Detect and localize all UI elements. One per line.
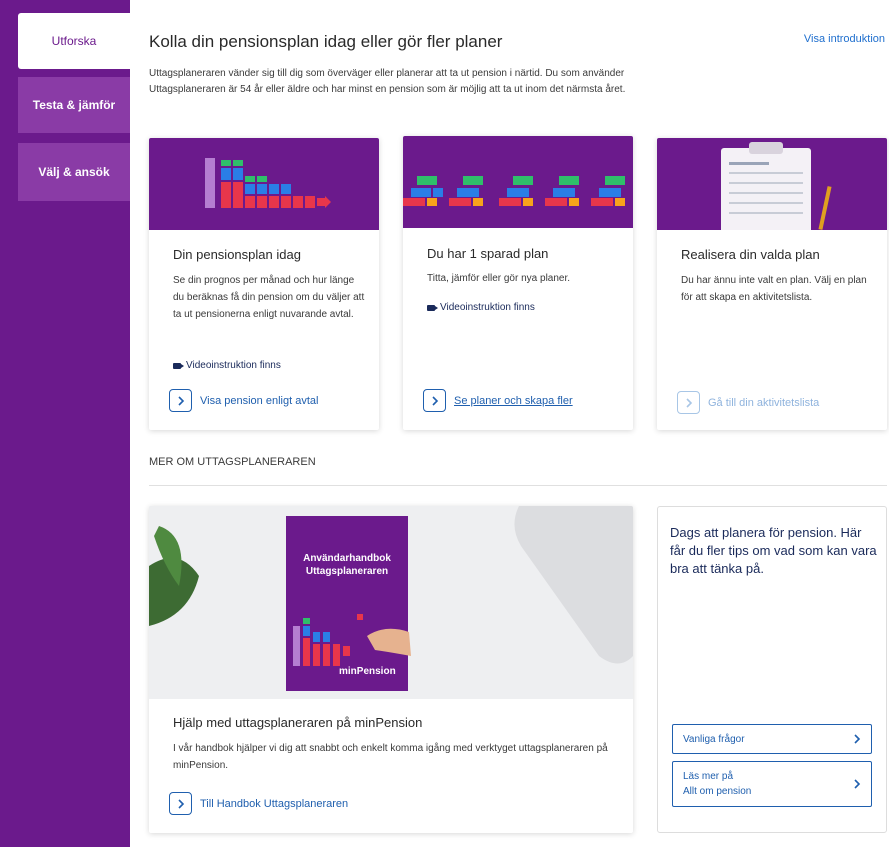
- tips-text: Dags att planera för pension. Här får du…: [670, 525, 877, 576]
- card-description: Se din prognos per månad och hur länge d…: [173, 275, 365, 320]
- video-camera-icon: [427, 304, 438, 311]
- saved-plan-card: Du har 1 sparad plan Titta, jämför eller…: [403, 136, 633, 430]
- tab-label: Utforska: [51, 34, 97, 48]
- handbook-card: Användarhandbok Uttagsplaneraren minPens…: [149, 506, 633, 833]
- sidebar: Utforska Testa & jämför Välj & ansök: [0, 0, 130, 847]
- card-description: Du har ännu inte valt en plan. Välj en p…: [681, 275, 867, 303]
- realize-plan-card: Realisera din valda plan Du har ännu int…: [657, 138, 887, 430]
- action-label: Visa pension enligt avtal: [200, 394, 319, 407]
- book-title-line-1: Användarhandbok: [303, 553, 391, 564]
- card-title: Realisera din valda plan: [681, 247, 820, 262]
- card-title: Hjälp med uttagsplaneraren på minPension: [173, 715, 423, 730]
- clipboard-illustration: [657, 138, 887, 230]
- tab-label: Välj & ansök: [38, 165, 110, 179]
- go-to-activity-list-button[interactable]: Gå till din aktivitetslista: [677, 391, 819, 414]
- tab-valj-ansok[interactable]: Välj & ansök: [18, 143, 130, 201]
- link-label-line-1: Läs mer på: [683, 771, 734, 782]
- divider: [149, 485, 887, 486]
- see-plans-button[interactable]: Se planer och skapa fler: [423, 389, 573, 412]
- chevron-right-icon: [854, 734, 861, 744]
- book-title-line-2: Uttagsplaneraren: [305, 566, 389, 577]
- tab-label: Testa & jämför: [32, 98, 116, 112]
- pension-plan-today-card: Din pensionsplan idag Se din prognos per…: [149, 138, 379, 430]
- video-instruction-note[interactable]: Videoinstruktion finns: [173, 360, 281, 371]
- tab-utforska[interactable]: Utforska: [18, 13, 130, 69]
- page-title: Kolla din pensionsplan idag eller gör fl…: [149, 32, 503, 51]
- card-title: Din pensionsplan idag: [173, 247, 301, 262]
- link-label-line-2: Allt om pension: [683, 786, 752, 797]
- allt-om-pension-link-button[interactable]: Läs mer på Allt om pension: [672, 761, 872, 807]
- video-camera-icon: [173, 362, 184, 369]
- card-description: I vår handbok hjälper vi dig att snabbt …: [173, 743, 608, 771]
- intro-text: Uttagsplaneraren vänder sig till dig som…: [149, 68, 626, 95]
- action-label: Gå till din aktivitetslista: [708, 396, 820, 409]
- chevron-right-icon: [169, 389, 192, 412]
- section-heading: MER OM UTTAGSPLANERAREN: [149, 456, 316, 468]
- video-note-label: Videoinstruktion finns: [440, 302, 535, 313]
- card-description: Titta, jämför eller gör nya planer.: [427, 273, 571, 284]
- tips-box: Dags att planera för pension. Här får du…: [657, 506, 887, 833]
- book-brand: minPension: [339, 666, 396, 677]
- chevron-right-icon: [677, 391, 700, 414]
- show-pension-by-agreement-button[interactable]: Visa pension enligt avtal: [169, 389, 318, 412]
- plan-blocks-illustration: [403, 136, 633, 228]
- card-title: Du har 1 sparad plan: [427, 246, 549, 261]
- chevron-right-icon: [169, 792, 192, 815]
- chevron-right-icon: [854, 779, 861, 789]
- bar-chart-illustration: [149, 138, 379, 230]
- handbook-link-button[interactable]: Till Handbok Uttagsplaneraren: [169, 792, 348, 815]
- chevron-right-icon: [423, 389, 446, 412]
- main-content: Kolla din pensionsplan idag eller gör fl…: [130, 0, 889, 847]
- link-label: Läs mer på Allt om pension: [683, 769, 751, 799]
- link-label: Vanliga frågor: [683, 733, 745, 745]
- action-label: Till Handbok Uttagsplaneraren: [200, 797, 349, 810]
- video-instruction-note[interactable]: Videoinstruktion finns: [427, 302, 535, 313]
- video-note-label: Videoinstruktion finns: [186, 360, 281, 371]
- show-introduction-link[interactable]: Visa introduktion: [804, 33, 885, 45]
- action-label: Se planer och skapa fler: [454, 394, 573, 407]
- tab-testa-jamfor[interactable]: Testa & jämför: [18, 77, 130, 133]
- faq-link-button[interactable]: Vanliga frågor: [672, 724, 872, 754]
- book-title: Användarhandbok Uttagsplaneraren: [286, 552, 408, 578]
